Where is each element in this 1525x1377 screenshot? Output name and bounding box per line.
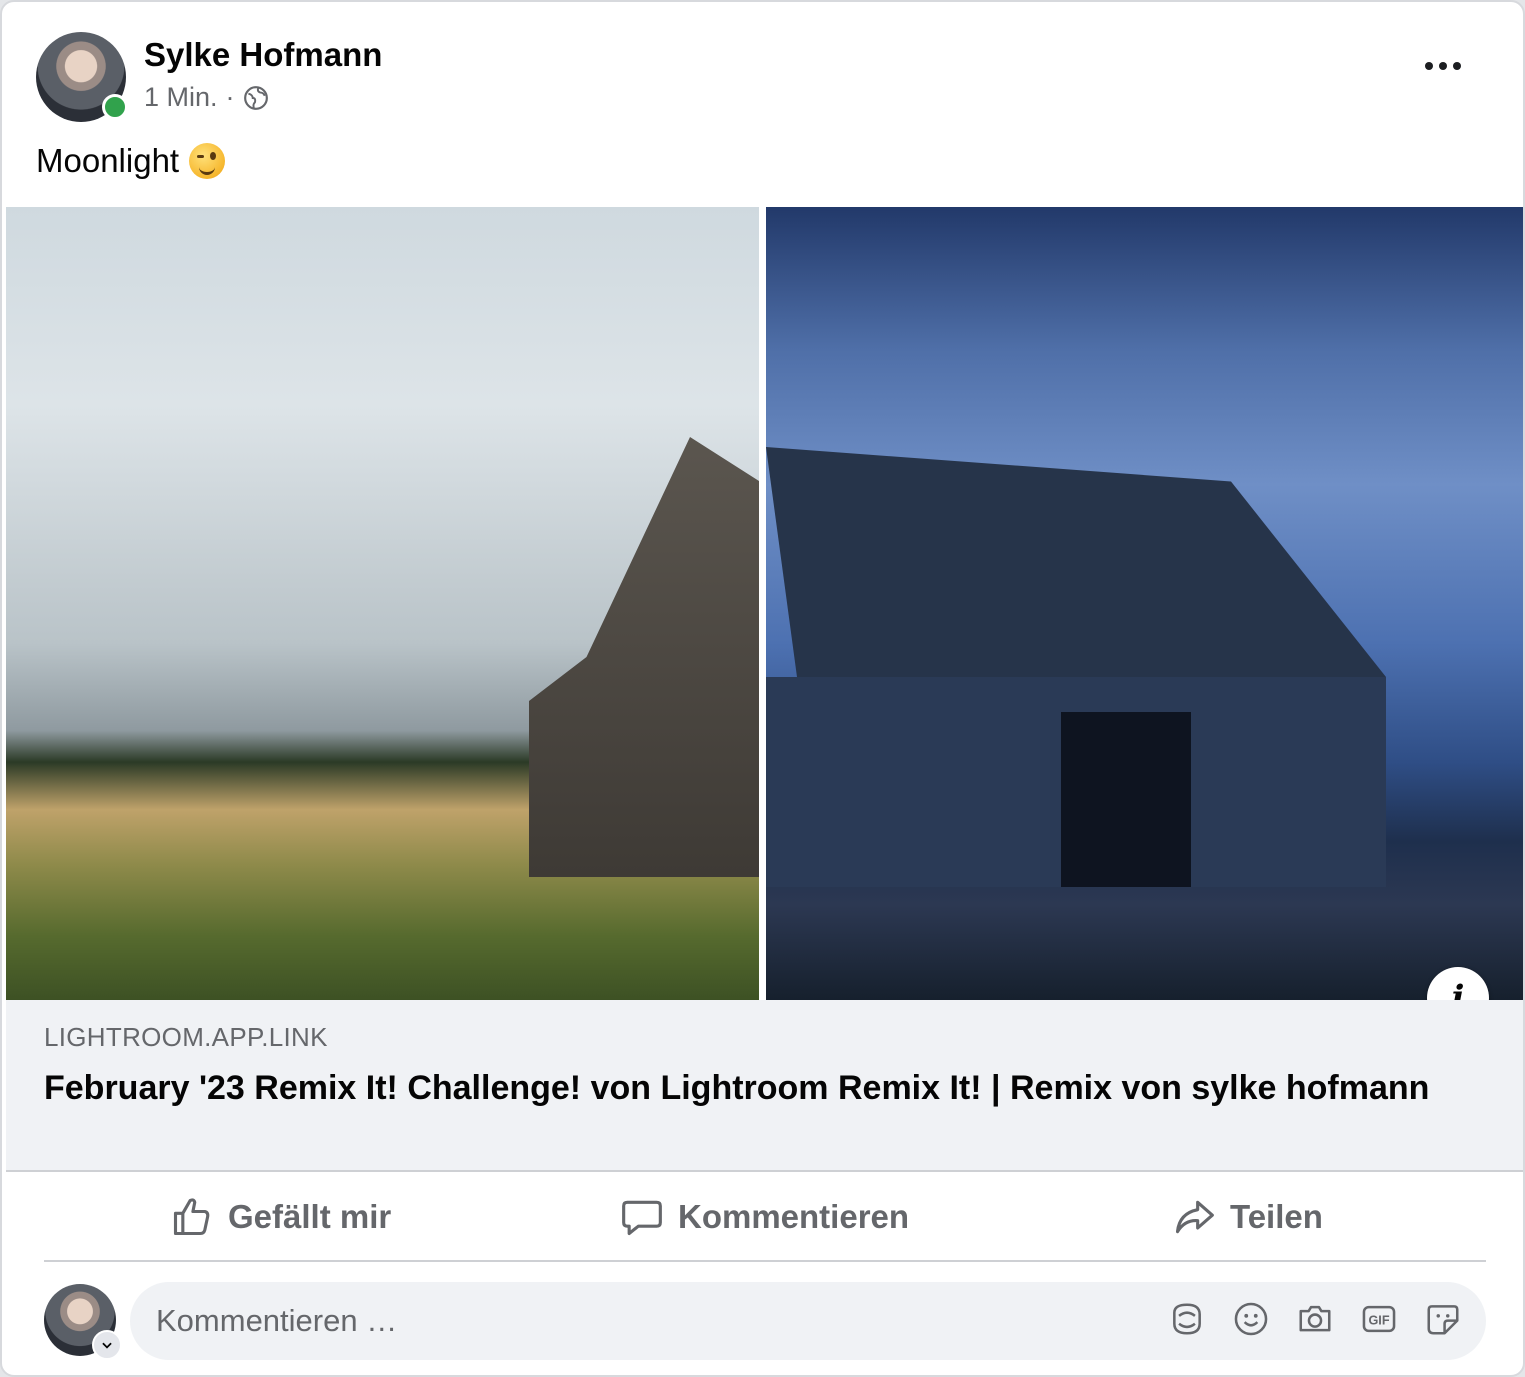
camera-icon[interactable] xyxy=(1296,1300,1334,1338)
gif-icon[interactable]: GIF xyxy=(1360,1300,1398,1338)
avatar-sticker-icon[interactable] xyxy=(1168,1300,1206,1338)
current-user-avatar[interactable] xyxy=(44,1284,122,1360)
barn-door-shape xyxy=(1061,712,1191,887)
post-text: Moonlight xyxy=(36,142,226,180)
barn-photo-before xyxy=(6,207,759,1000)
dot xyxy=(1425,62,1433,70)
link-image[interactable]: i xyxy=(2,207,1523,1029)
post-header: Sylke Hofmann 1 Min. · xyxy=(36,32,1483,124)
comment-label: Kommentieren xyxy=(678,1198,910,1235)
comment-tools: GIF xyxy=(1168,1300,1462,1338)
share-label: Teilen xyxy=(1230,1198,1323,1235)
post-meta: 1 Min. · xyxy=(144,82,269,113)
winking-face-emoji xyxy=(189,143,226,179)
post-time[interactable]: 1 Min. xyxy=(144,82,218,113)
emoji-icon[interactable] xyxy=(1232,1300,1270,1338)
gif-text: GIF xyxy=(1368,1314,1389,1328)
dot xyxy=(1453,62,1461,70)
barn-photo-after-moonlight xyxy=(766,207,1523,1000)
author-avatar[interactable] xyxy=(36,32,128,122)
link-domain: LIGHTROOM.APP.LINK xyxy=(44,1022,328,1052)
link-title[interactable]: February '23 Remix It! Challenge! von Li… xyxy=(44,1066,1444,1111)
post-message: Moonlight xyxy=(36,142,180,179)
share-arrow-icon xyxy=(1175,1200,1214,1234)
barn-roof-shape xyxy=(766,447,1386,677)
like-button[interactable]: Gefällt mir xyxy=(170,1194,391,1240)
author-name[interactable]: Sylke Hofmann xyxy=(144,36,382,74)
comment-composer: GIF xyxy=(44,1282,1486,1362)
share-button[interactable]: Teilen xyxy=(1172,1194,1323,1240)
thumbs-up-icon xyxy=(173,1198,210,1236)
link-preview[interactable]: LIGHTROOM.APP.LINK February '23 Remix It… xyxy=(6,1000,1523,1172)
meta-separator: · xyxy=(225,82,235,112)
more-options-icon[interactable] xyxy=(1425,62,1461,70)
action-bar: Gefällt mir Kommentieren Teilen xyxy=(44,1172,1486,1262)
chevron-down-icon[interactable] xyxy=(92,1330,122,1360)
like-label: Gefällt mir xyxy=(228,1198,392,1235)
barn-shape xyxy=(529,437,759,877)
comment-button[interactable]: Kommentieren xyxy=(620,1194,909,1240)
online-status-indicator xyxy=(102,94,128,120)
post-card: Sylke Hofmann 1 Min. · Moonlight i LIGHT… xyxy=(0,0,1525,1377)
comment-bubble-icon xyxy=(622,1200,662,1236)
dot xyxy=(1439,62,1447,70)
sticker-icon[interactable] xyxy=(1424,1300,1462,1338)
globe-icon[interactable] xyxy=(243,85,269,111)
